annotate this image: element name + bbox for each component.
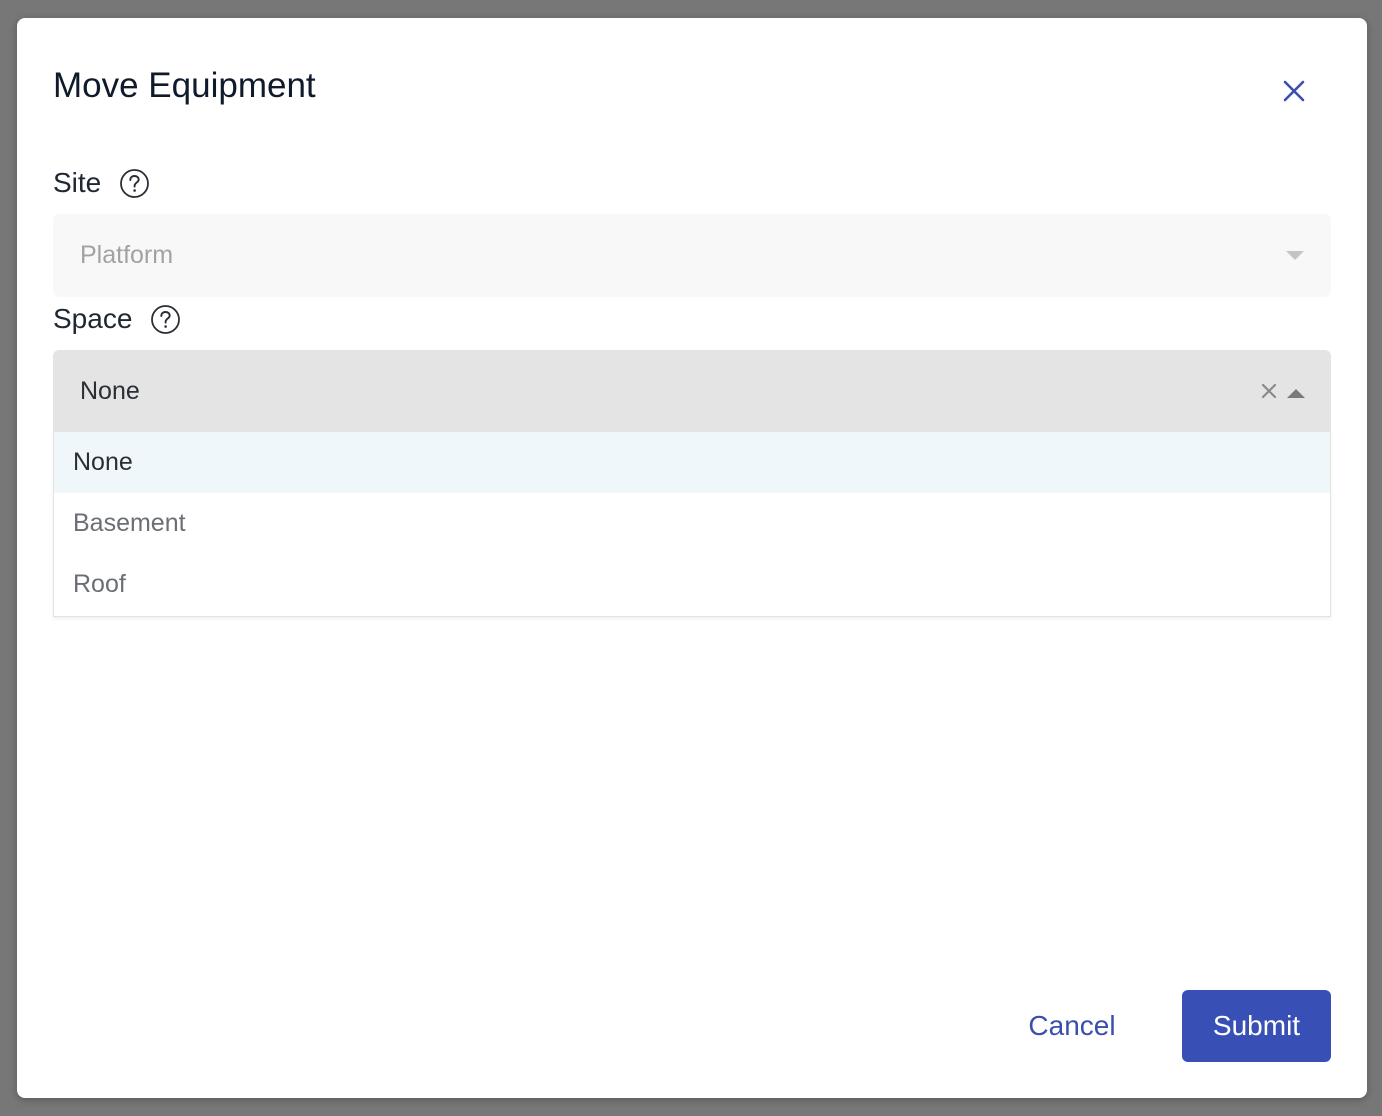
cancel-button[interactable]: Cancel — [1007, 990, 1137, 1062]
space-label-text: Space — [53, 303, 133, 334]
help-circle-icon[interactable] — [150, 304, 181, 335]
option-roof[interactable]: Roof — [54, 554, 1330, 615]
clear-icon[interactable] — [1259, 381, 1279, 401]
chevron-down-icon — [1286, 248, 1304, 266]
option-basement[interactable]: Basement — [54, 493, 1330, 554]
space-label: Space — [53, 301, 181, 337]
option-label: Basement — [73, 509, 186, 537]
option-label: None — [73, 448, 133, 476]
site-label: Site — [53, 165, 150, 201]
close-icon — [1283, 80, 1305, 102]
site-select: Platform — [53, 214, 1331, 297]
chevron-up-icon[interactable] — [1287, 385, 1305, 403]
option-label: Roof — [73, 570, 126, 598]
space-options-menu: None Basement Roof — [53, 432, 1331, 617]
space-select-value: None — [80, 377, 140, 405]
move-equipment-dialog: Move Equipment Site Platform Space None … — [17, 18, 1367, 1098]
option-none[interactable]: None — [54, 432, 1330, 493]
site-label-text: Site — [53, 167, 102, 198]
space-select[interactable]: None — [53, 350, 1331, 432]
help-circle-icon[interactable] — [119, 168, 150, 199]
site-select-value: Platform — [80, 241, 174, 269]
dialog-title: Move Equipment — [53, 66, 316, 105]
submit-button[interactable]: Submit — [1182, 990, 1331, 1062]
close-button[interactable] — [1275, 72, 1313, 110]
